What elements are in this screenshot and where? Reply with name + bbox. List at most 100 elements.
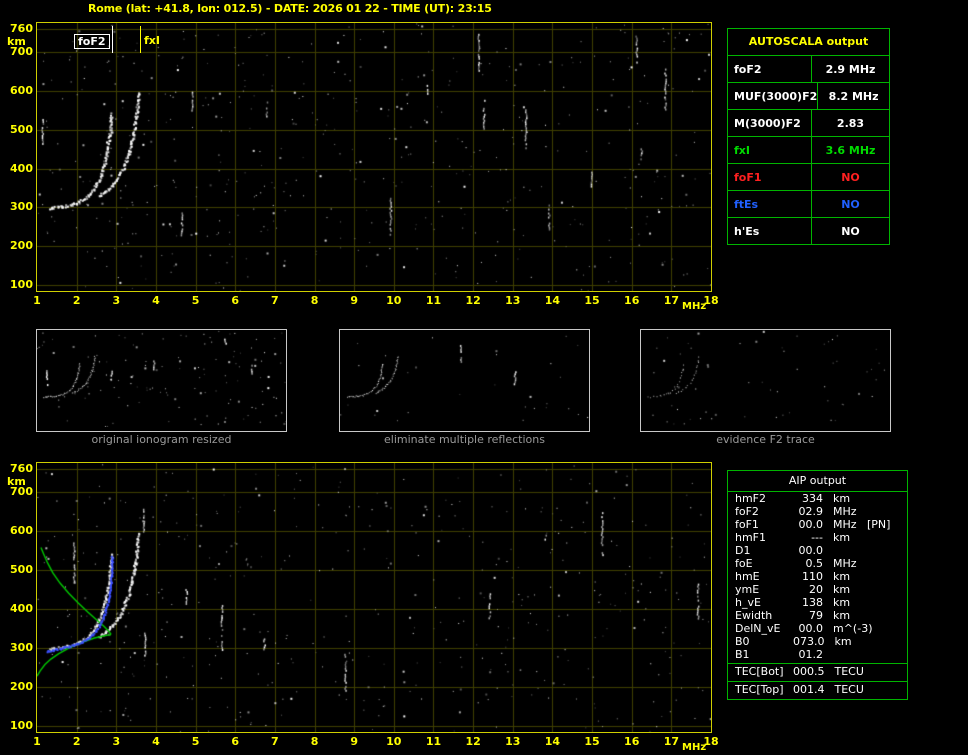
autoscala-output-table: AUTOSCALA output foF2 2.9 MHz MUF(3000)F2 8…: [727, 28, 890, 245]
aip-value: 00.0: [798, 622, 824, 635]
aip-row-hmF1: hmF1 --- km: [728, 531, 907, 544]
autoscala-table-rows: foF2 2.9 MHz MUF(3000)F2 8.2 MHz M(3000)F2 2.…: [728, 55, 889, 244]
profile-x-tick-7: 7: [271, 735, 279, 748]
aip-label: foE: [735, 557, 753, 570]
aip-label: B1: [735, 648, 750, 661]
profile-x-tick-9: 9: [350, 735, 358, 748]
aip-value: 073.0: [793, 635, 825, 648]
aip-separator: [728, 681, 907, 682]
profile-x-tick-4: 4: [152, 735, 160, 748]
autoscala-row-foF1: foF1 NO: [728, 163, 889, 190]
aip-row-DelN_vE: DelN_vE 00.0 m^(-3): [728, 622, 907, 635]
profile-y-tick-760: 760: [10, 461, 33, 475]
aip-row-ymE: ymE 20 km: [728, 583, 907, 596]
autoscala-param-value: NO: [841, 224, 860, 238]
panel-evidence-f2-trace: [640, 329, 891, 432]
autoscala-param-name: foF2: [728, 56, 812, 82]
aip-label: ymE: [735, 583, 760, 596]
ionogram-x-tick-17: 17: [663, 294, 679, 307]
ionogram-y-tick-100: 100: [10, 278, 33, 292]
ionogram-y-tick-500: 500: [10, 122, 33, 136]
autoscala-param-value: 2.9 MHz: [825, 62, 876, 76]
aip-value: 000.5: [793, 665, 825, 678]
aip-row-foF1: foF1 00.0 MHz [PN]: [728, 518, 907, 531]
profile-y-unit-label: km: [7, 475, 26, 488]
aip-value: 00.0: [798, 518, 824, 531]
aip-unit: [833, 544, 865, 557]
autoscala-row-h'Es: h'Es NO: [728, 217, 889, 244]
aip-output-table: AIP output hmF2 334 km foF2 02.9 MHz foF1 00.0 M…: [727, 470, 908, 700]
ionogram-x-tick-8: 8: [310, 294, 319, 307]
profile-canvas: [37, 463, 711, 732]
ionogram-x-tick-5: 5: [191, 294, 200, 307]
aip-unit: TECU: [834, 683, 864, 696]
profile-x-tick-14: 14: [544, 735, 561, 748]
aip-row-foE: foE 0.5 MHz: [728, 557, 907, 570]
autoscala-param-name: M(3000)F2: [728, 110, 812, 136]
autoscala-param-value: 8.2 MHz: [828, 89, 879, 103]
aip-row-foF2: foF2 02.9 MHz: [728, 505, 907, 518]
station-date-time-title: Rome (lat: +41.8, lon: 012.5) - DATE: 20…: [88, 2, 492, 15]
profile-x-tick-15: 15: [584, 735, 600, 748]
autoscala-param-name: h'Es: [728, 218, 812, 244]
aip-unit: km: [834, 635, 852, 648]
ionogram-y-tick-600: 600: [10, 83, 33, 97]
panel-eliminate-reflections: [339, 329, 590, 432]
ionogram-x-tick-15: 15: [584, 294, 600, 307]
fxI-marker-line: [140, 26, 141, 53]
aip-unit: [833, 648, 865, 661]
ionogram-y-tick-760: 760: [10, 21, 33, 35]
profile-x-tick-13: 13: [505, 735, 521, 748]
aip-label: Ewidth: [735, 609, 773, 622]
ionogram-x-tick-12: 12: [465, 294, 481, 307]
aip-value: 001.4: [793, 683, 825, 696]
ionogram-x-tick-9: 9: [350, 294, 358, 307]
aip-unit: km: [833, 570, 851, 583]
autoscala-param-value: 3.6 MHz: [825, 143, 876, 157]
profile-x-tick-5: 5: [191, 735, 200, 748]
aip-row-h_vE: h_vE 138 km: [728, 596, 907, 609]
ionogram-x-tick-3: 3: [112, 294, 121, 307]
ionogram-x-tick-10: 10: [386, 294, 402, 307]
profile-y-tick-300: 300: [10, 641, 33, 655]
autoscala-app-window: { "title": "Rome (lat: +41.8, lon: 012.5…: [0, 0, 968, 755]
aip-label: hmE: [735, 570, 760, 583]
aip-label: TEC[Top]: [735, 683, 784, 696]
aip-unit: km: [833, 596, 851, 609]
ionogram-x-tick-2: 2: [72, 294, 81, 307]
aip-row-TEC[Bot]: TEC[Bot] 000.5 TECU: [728, 665, 907, 679]
profile-x-tick-6: 6: [231, 735, 240, 748]
aip-value: 138: [802, 596, 823, 609]
autoscala-param-value: 2.83: [836, 116, 865, 130]
aip-row-D1: D1 00.0: [728, 544, 907, 557]
aip-label: foF1: [735, 518, 759, 531]
aip-value: 110: [802, 570, 823, 583]
panel-original-ionogram-canvas: [37, 330, 286, 427]
autoscala-row-MUF(3000)F2: MUF(3000)F2 8.2 MHz: [728, 82, 889, 109]
aip-row-Ewidth: Ewidth 79 km: [728, 609, 907, 622]
aip-table-rows: hmF2 334 km foF2 02.9 MHz foF1 00.0 MHz [PN] hmF1 -…: [728, 492, 907, 697]
ionogram-y-unit-label: km: [7, 35, 26, 48]
autoscala-param-name: foF1: [728, 164, 812, 190]
aip-value: 334: [802, 492, 823, 505]
autoscala-row-M(3000)F2: M(3000)F2 2.83: [728, 109, 889, 136]
profile-y-tick-500: 500: [10, 563, 33, 577]
profile-x-tick-16: 16: [624, 735, 640, 748]
aip-value: 20: [809, 583, 823, 596]
aip-label: B0: [735, 635, 750, 648]
aip-unit: km: [833, 583, 851, 596]
ionogram-x-tick-11: 11: [425, 294, 442, 307]
aip-unit: m^(-3): [833, 622, 873, 635]
aip-value: ---: [811, 531, 823, 544]
aip-note: [PN]: [867, 518, 891, 531]
ionogram-y-tick-300: 300: [10, 200, 33, 214]
aip-label: foF2: [735, 505, 759, 518]
aip-value: 01.2: [798, 648, 824, 661]
fxI-marker-label: fxI: [144, 34, 160, 47]
aip-separator: [728, 663, 907, 664]
aip-label: D1: [735, 544, 751, 557]
profile-x-unit-label: MHz: [682, 742, 707, 753]
profile-x-tick-8: 8: [310, 735, 319, 748]
autoscala-param-value: NO: [841, 170, 860, 184]
autoscala-table-header: AUTOSCALA output: [748, 35, 869, 48]
